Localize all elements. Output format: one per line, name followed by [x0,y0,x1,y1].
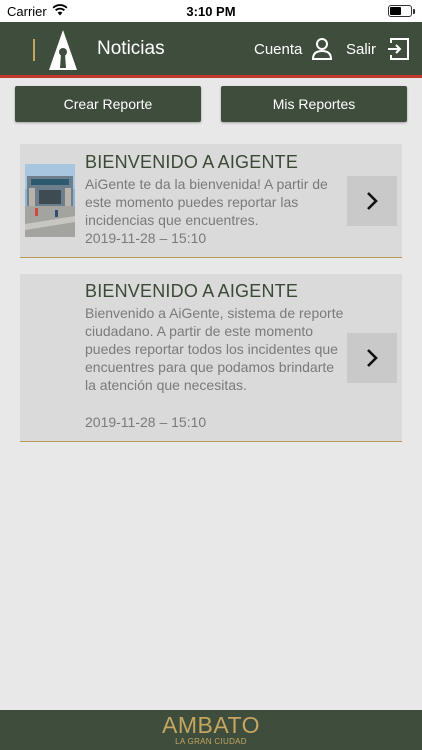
user-icon[interactable] [311,37,333,61]
exit-icon[interactable] [386,37,410,61]
open-news-button[interactable] [347,333,397,383]
clock: 3:10 PM [186,4,236,19]
app-logo-icon[interactable] [47,28,79,72]
chevron-right-icon [367,192,378,210]
footer-brand: AMBATO [162,712,260,738]
app-footer: AMBATO LA GRAN CIUDAD [0,710,422,750]
news-card[interactable]: BIENVENIDO A AIGENTE Bienvenido a AiGent… [20,274,402,442]
news-body: AiGente te da la bienvenida! A partir de… [85,176,328,228]
logout-link[interactable]: Salir [346,41,376,58]
app-header: Noticias Cuenta Salir [0,22,422,78]
news-card[interactable]: BIENVENIDO A AIGENTE AiGente te da la bi… [20,144,402,258]
page-title: Noticias [97,38,165,59]
news-body: Bienvenido a AiGente, sistema de reporte… [85,305,344,393]
create-report-button[interactable]: Crear Reporte [15,86,201,122]
news-date: 2019-11-28 – 15:10 [85,230,207,246]
status-bar: Carrier 3:10 PM [0,0,422,22]
news-date: 2019-11-28 – 15:10 [85,414,207,430]
news-thumbnail [25,164,75,237]
chevron-right-icon [367,349,378,367]
account-link[interactable]: Cuenta [254,41,302,58]
header-divider [33,39,35,61]
news-title: BIENVENIDO A AIGENTE [85,281,299,301]
battery-icon [388,5,415,17]
news-title: BIENVENIDO A AIGENTE [85,152,299,172]
open-news-button[interactable] [347,176,397,226]
footer-tagline: LA GRAN CIUDAD [175,737,247,746]
my-reports-button[interactable]: Mis Reportes [221,86,407,122]
